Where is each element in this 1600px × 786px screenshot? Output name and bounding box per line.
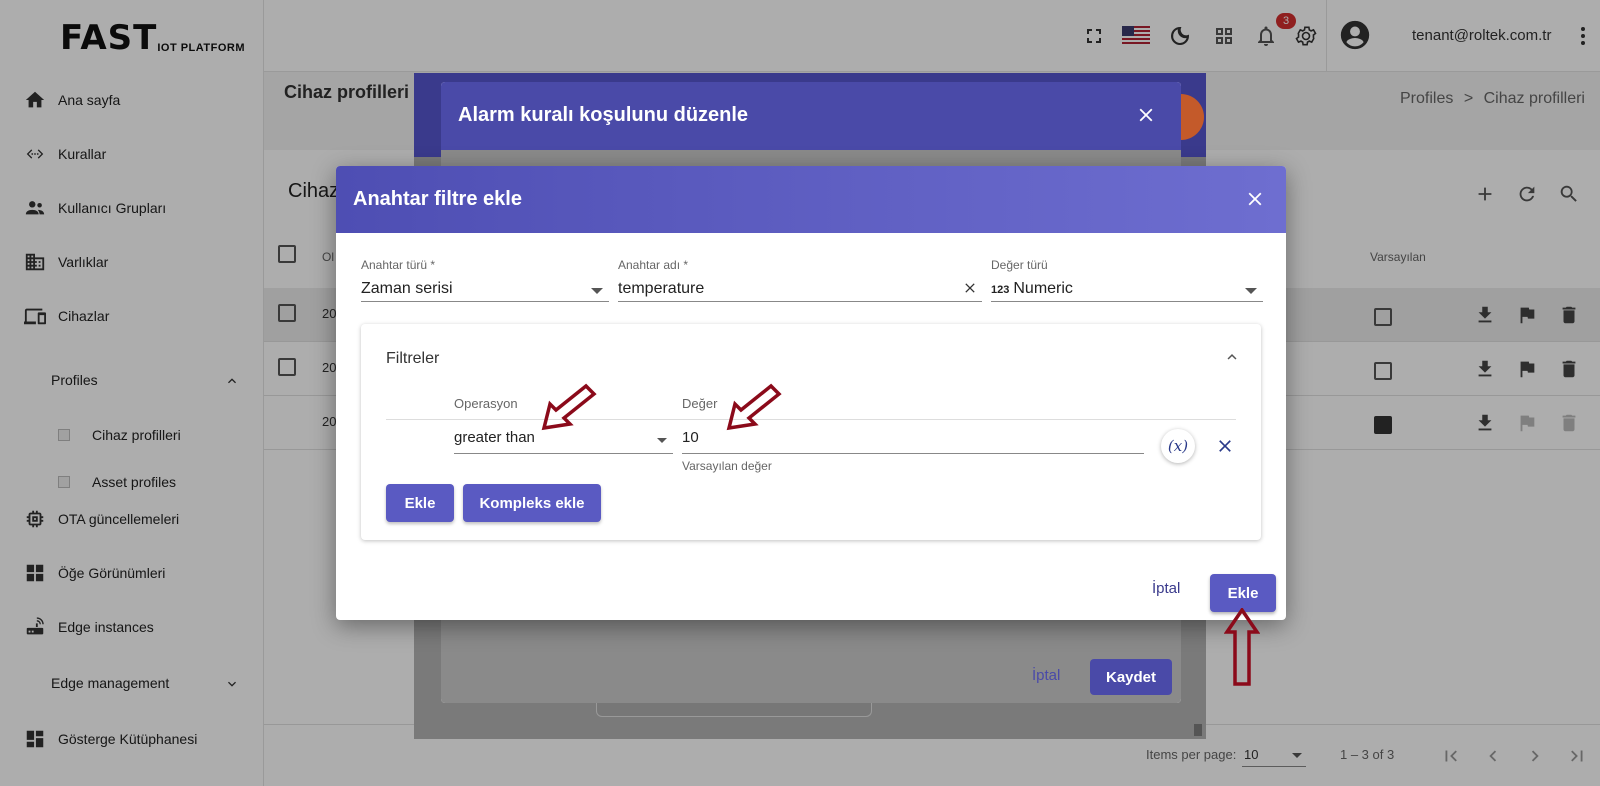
key-name-value: temperature	[618, 280, 705, 297]
remove-filter-icon[interactable]	[1215, 436, 1235, 456]
annotation-arrow-icon	[541, 383, 597, 431]
alarm-cancel-button[interactable]: İptal	[1032, 667, 1060, 684]
operation-column-label: Operasyon	[454, 396, 518, 411]
key-filter-dialog-header: Anahtar filtre ekle	[336, 166, 1286, 233]
dropdown-arrow-icon	[1245, 288, 1257, 294]
key-filter-dialog: Anahtar filtre ekle Anahtar türü * Zaman…	[336, 166, 1286, 620]
partial-input	[596, 703, 872, 717]
close-icon[interactable]	[1244, 188, 1266, 210]
value-type-select[interactable]: Değer türü 123 Numeric	[991, 258, 1263, 302]
filters-header-row: Operasyon Değer	[386, 396, 1236, 420]
key-name-input[interactable]: Anahtar adı * temperature	[618, 258, 982, 302]
close-icon[interactable]	[1135, 104, 1157, 126]
cancel-button[interactable]: İptal	[1152, 580, 1180, 597]
annotation-arrow-icon	[726, 383, 782, 431]
key-type-select[interactable]: Anahtar türü * Zaman serisi	[361, 258, 609, 302]
scrollbar[interactable]	[1194, 700, 1204, 740]
dropdown-arrow-icon	[657, 438, 667, 443]
default-value-hint: Varsayılan değer	[682, 459, 772, 473]
key-name-label: Anahtar adı *	[618, 258, 689, 272]
dropdown-arrow-icon	[591, 288, 603, 294]
alarm-save-button[interactable]: Kaydet	[1090, 659, 1172, 695]
key-type-value: Zaman serisi	[361, 280, 453, 297]
filters-panel: Filtreler Operasyon Değer greater than 1…	[361, 324, 1261, 540]
numeric-123-icon: 123	[991, 284, 1010, 296]
add-filter-button[interactable]: Ekle	[386, 484, 454, 522]
alarm-rule-dialog-title: Alarm kuralı koşulunu düzenle	[458, 104, 749, 126]
key-type-label: Anahtar türü *	[361, 258, 436, 272]
key-filter-dialog-title: Anahtar filtre ekle	[353, 188, 522, 210]
alarm-rule-dialog-header: Alarm kuralı koşulunu düzenle	[441, 82, 1181, 150]
clear-icon[interactable]	[962, 280, 978, 296]
add-complex-filter-button[interactable]: Kompleks ekle	[463, 484, 601, 522]
dynamic-value-button[interactable]: (x)	[1161, 429, 1195, 463]
add-key-filter-button[interactable]: Ekle	[1210, 574, 1276, 612]
annotation-arrow-up-icon	[1224, 608, 1260, 686]
filters-title: Filtreler	[386, 350, 440, 367]
value-column-label: Değer	[682, 396, 718, 411]
value-type-value: Numeric	[1013, 280, 1073, 297]
value-type-label: Değer türü	[991, 258, 1048, 272]
chevron-up-icon[interactable]	[1223, 348, 1241, 366]
